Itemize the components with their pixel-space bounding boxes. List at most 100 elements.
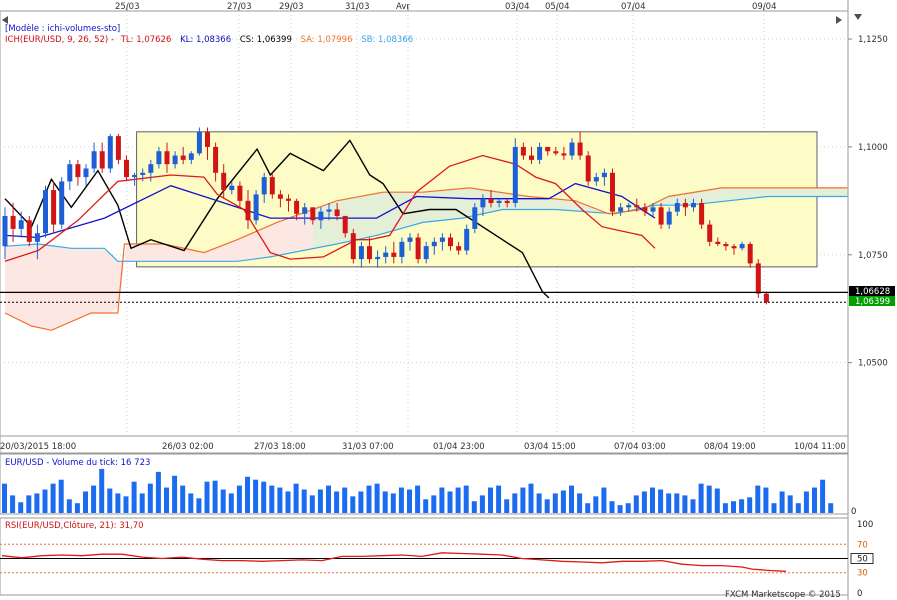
candle-body [439, 237, 445, 242]
candle-body [26, 220, 32, 242]
candle-body [731, 246, 737, 249]
rsi-axis-label: 100 [857, 520, 873, 530]
volume-bar [342, 487, 348, 513]
candle-body [310, 207, 316, 221]
candle-body [561, 153, 567, 156]
volume-bar [504, 499, 510, 513]
top-date-label: 25/03 [115, 2, 140, 12]
volume-bar [326, 485, 331, 513]
volume-bar [382, 491, 388, 513]
volume-bar [666, 493, 672, 513]
volume-bar [99, 468, 105, 513]
candle-body [237, 185, 243, 201]
volume-bar [828, 503, 834, 513]
candle-body [399, 241, 405, 257]
volume-bar [188, 493, 194, 513]
volume-bar [228, 493, 234, 513]
rsi-axis-label: 50 [857, 555, 868, 565]
volume-bar [236, 485, 242, 513]
candle-body [585, 155, 591, 182]
candle-body [107, 136, 113, 169]
candle-body [577, 142, 583, 156]
rsi-axis-label: 0 [857, 589, 862, 599]
candle-body [172, 155, 178, 165]
candle-body [205, 131, 210, 147]
candle-body [34, 233, 40, 242]
bottom-date-label: 26/03 02:00 [162, 442, 214, 452]
volume-bar [439, 487, 445, 513]
candle-body [358, 246, 364, 260]
candle-body [545, 146, 551, 152]
volume-bar [423, 499, 429, 513]
candle-body [480, 198, 486, 208]
top-date-label: 31/03 [345, 2, 370, 12]
candle-body [415, 237, 421, 260]
volume-bar [528, 483, 534, 513]
model-label: [Modèle : ichi-volumes-sto] [5, 23, 120, 34]
candle-body [140, 172, 146, 175]
top-date-label: 27/03 [227, 2, 252, 12]
volume-bar [617, 505, 623, 513]
volume-bar [609, 501, 615, 513]
candle-body [626, 205, 632, 208]
price-axis-label: 1,0750 [858, 251, 888, 261]
candle-body [391, 252, 397, 257]
volume-bar [641, 491, 647, 513]
volume-bar [309, 495, 315, 513]
bottom-date-label: 01/04 23:00 [433, 442, 485, 452]
volume-bar [747, 497, 753, 513]
volume-bar [415, 485, 421, 513]
volume-bar [131, 481, 137, 513]
sb-value: SB: 1,08366 [361, 35, 413, 45]
volume-axis-zero: 0 [851, 507, 856, 517]
volume-bar [317, 489, 323, 513]
volume-bar [334, 491, 340, 513]
ich-label: ICH(EUR/USD, 9, 26, 52) - [5, 35, 114, 45]
volume-bar [771, 503, 777, 513]
candle-body [99, 151, 105, 169]
volume-bar [601, 487, 607, 513]
price-axis-label: 1,1000 [858, 143, 888, 153]
volume-bar [682, 495, 688, 513]
volume-bar [714, 488, 720, 513]
volume-bar [18, 502, 24, 513]
rsi-title: RSI(EUR/USD,Clôture, 21): 31,70 [5, 520, 144, 531]
volume-bar [123, 496, 129, 513]
volume-bar [407, 489, 412, 513]
candle-body [350, 233, 356, 260]
candle-body [326, 209, 332, 212]
volume-bar [212, 480, 218, 513]
volume-bar [560, 490, 566, 513]
candle-body [707, 224, 713, 242]
volume-bar [301, 489, 307, 513]
candle-body [407, 237, 413, 242]
candle-body [601, 172, 607, 178]
volume-bar [593, 496, 599, 513]
candle-body [569, 142, 575, 156]
candle-body [472, 207, 478, 229]
top-date-label: 03/04 [505, 2, 530, 12]
candle-body [763, 293, 769, 303]
cs-value: CS: 1,06399 [240, 35, 292, 45]
candle-body [132, 174, 138, 178]
volume-bar [488, 487, 493, 513]
candle-body [739, 243, 745, 249]
volume-bar [739, 499, 745, 513]
candle-body [464, 228, 470, 251]
volume-bar [34, 493, 40, 513]
volume-bar [690, 499, 696, 513]
candle-body [650, 207, 656, 212]
candle-body [302, 207, 308, 214]
volume-bar [650, 487, 655, 513]
candle-body [747, 243, 753, 264]
candle-body [755, 263, 761, 294]
candle-body [423, 246, 429, 260]
candle-body [75, 164, 81, 178]
volume-bar [755, 485, 761, 513]
volume-bar [358, 491, 364, 513]
volume-title: EUR/USD - Volume du tick: 16 723 [5, 458, 150, 468]
candle-body [115, 136, 121, 160]
candle-body [148, 164, 154, 173]
candle-body [18, 220, 24, 229]
volume-bar [245, 476, 250, 513]
